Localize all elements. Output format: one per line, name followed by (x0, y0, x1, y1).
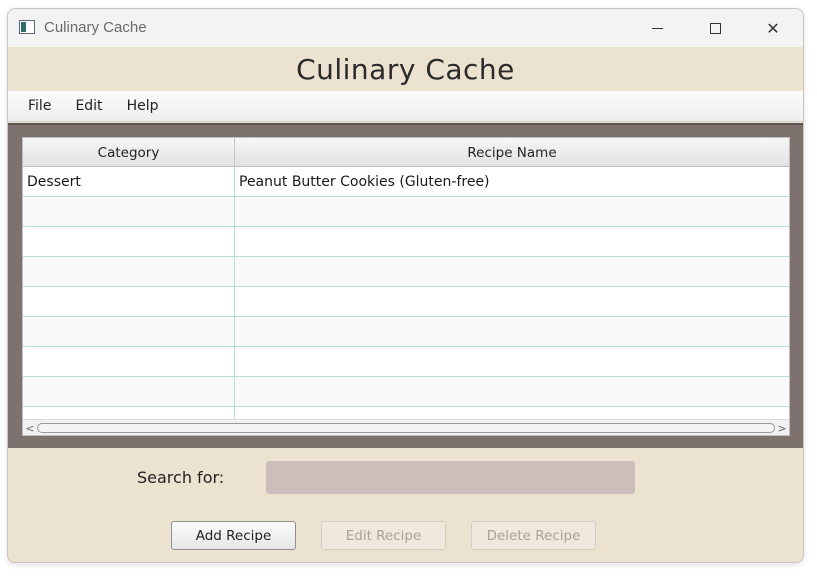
cell-recipe-name (235, 377, 789, 406)
add-recipe-button[interactable]: Add Recipe (171, 521, 296, 550)
window-title: Culinary Cache (44, 19, 147, 36)
table-header: Category Recipe Name (23, 138, 789, 167)
menu-help[interactable]: Help (115, 94, 171, 118)
table-body: Dessert Peanut Butter Cookies (Gluten-fr… (23, 167, 789, 435)
maximize-icon (709, 22, 721, 34)
cell-category (23, 227, 235, 256)
app-header: Culinary Cache (8, 47, 803, 91)
table-row[interactable] (23, 317, 789, 347)
cell-recipe-name (235, 197, 789, 226)
column-header-recipe-name[interactable]: Recipe Name (235, 138, 789, 167)
title-bar[interactable]: Culinary Cache ✕ (8, 9, 803, 47)
table-row[interactable] (23, 227, 789, 257)
scroll-right-icon[interactable]: > (775, 420, 789, 435)
scroll-left-icon[interactable]: < (23, 420, 37, 435)
table-row[interactable] (23, 347, 789, 377)
table-area: Category Recipe Name Dessert Peanut Butt… (8, 123, 803, 448)
menu-edit[interactable]: Edit (63, 94, 114, 118)
app-icon (19, 20, 35, 34)
table-row[interactable] (23, 257, 789, 287)
cell-recipe-name (235, 287, 789, 316)
cell-recipe-name (235, 227, 789, 256)
recipe-table[interactable]: Category Recipe Name Dessert Peanut Butt… (22, 137, 790, 436)
menu-bar: File Edit Help (8, 91, 803, 122)
search-label: Search for: (137, 468, 225, 487)
search-row: Search for: (8, 459, 803, 499)
search-input[interactable] (266, 461, 635, 494)
minimize-button[interactable] (628, 9, 686, 47)
table-row[interactable] (23, 197, 789, 227)
close-icon: ✕ (766, 18, 780, 38)
edit-recipe-button[interactable]: Edit Recipe (321, 521, 446, 550)
maximize-button[interactable] (686, 9, 744, 47)
cell-category: Dessert (23, 167, 235, 196)
close-button[interactable]: ✕ (744, 9, 802, 47)
cell-category (23, 377, 235, 406)
delete-recipe-button[interactable]: Delete Recipe (471, 521, 596, 550)
table-row[interactable] (23, 377, 789, 407)
app-heading: Culinary Cache (296, 52, 515, 86)
scrollbar-thumb[interactable] (37, 423, 775, 433)
cell-recipe-name (235, 347, 789, 376)
app-window: Culinary Cache ✕ Culinary Cache File Edi… (7, 8, 804, 563)
cell-category (23, 197, 235, 226)
cell-recipe-name (235, 317, 789, 346)
cell-recipe-name: Peanut Butter Cookies (Gluten-free) (239, 173, 490, 190)
cell-category (23, 257, 235, 286)
minimize-icon (651, 27, 663, 29)
cell-category (23, 317, 235, 346)
horizontal-scrollbar[interactable]: < > (23, 419, 789, 435)
table-row[interactable] (23, 287, 789, 317)
cell-recipe-name (235, 257, 789, 286)
menu-file[interactable]: File (16, 94, 63, 118)
cell-category (23, 287, 235, 316)
cell-category (23, 347, 235, 376)
table-row[interactable]: Dessert Peanut Butter Cookies (Gluten-fr… (23, 167, 789, 197)
column-header-category[interactable]: Category (23, 138, 235, 167)
